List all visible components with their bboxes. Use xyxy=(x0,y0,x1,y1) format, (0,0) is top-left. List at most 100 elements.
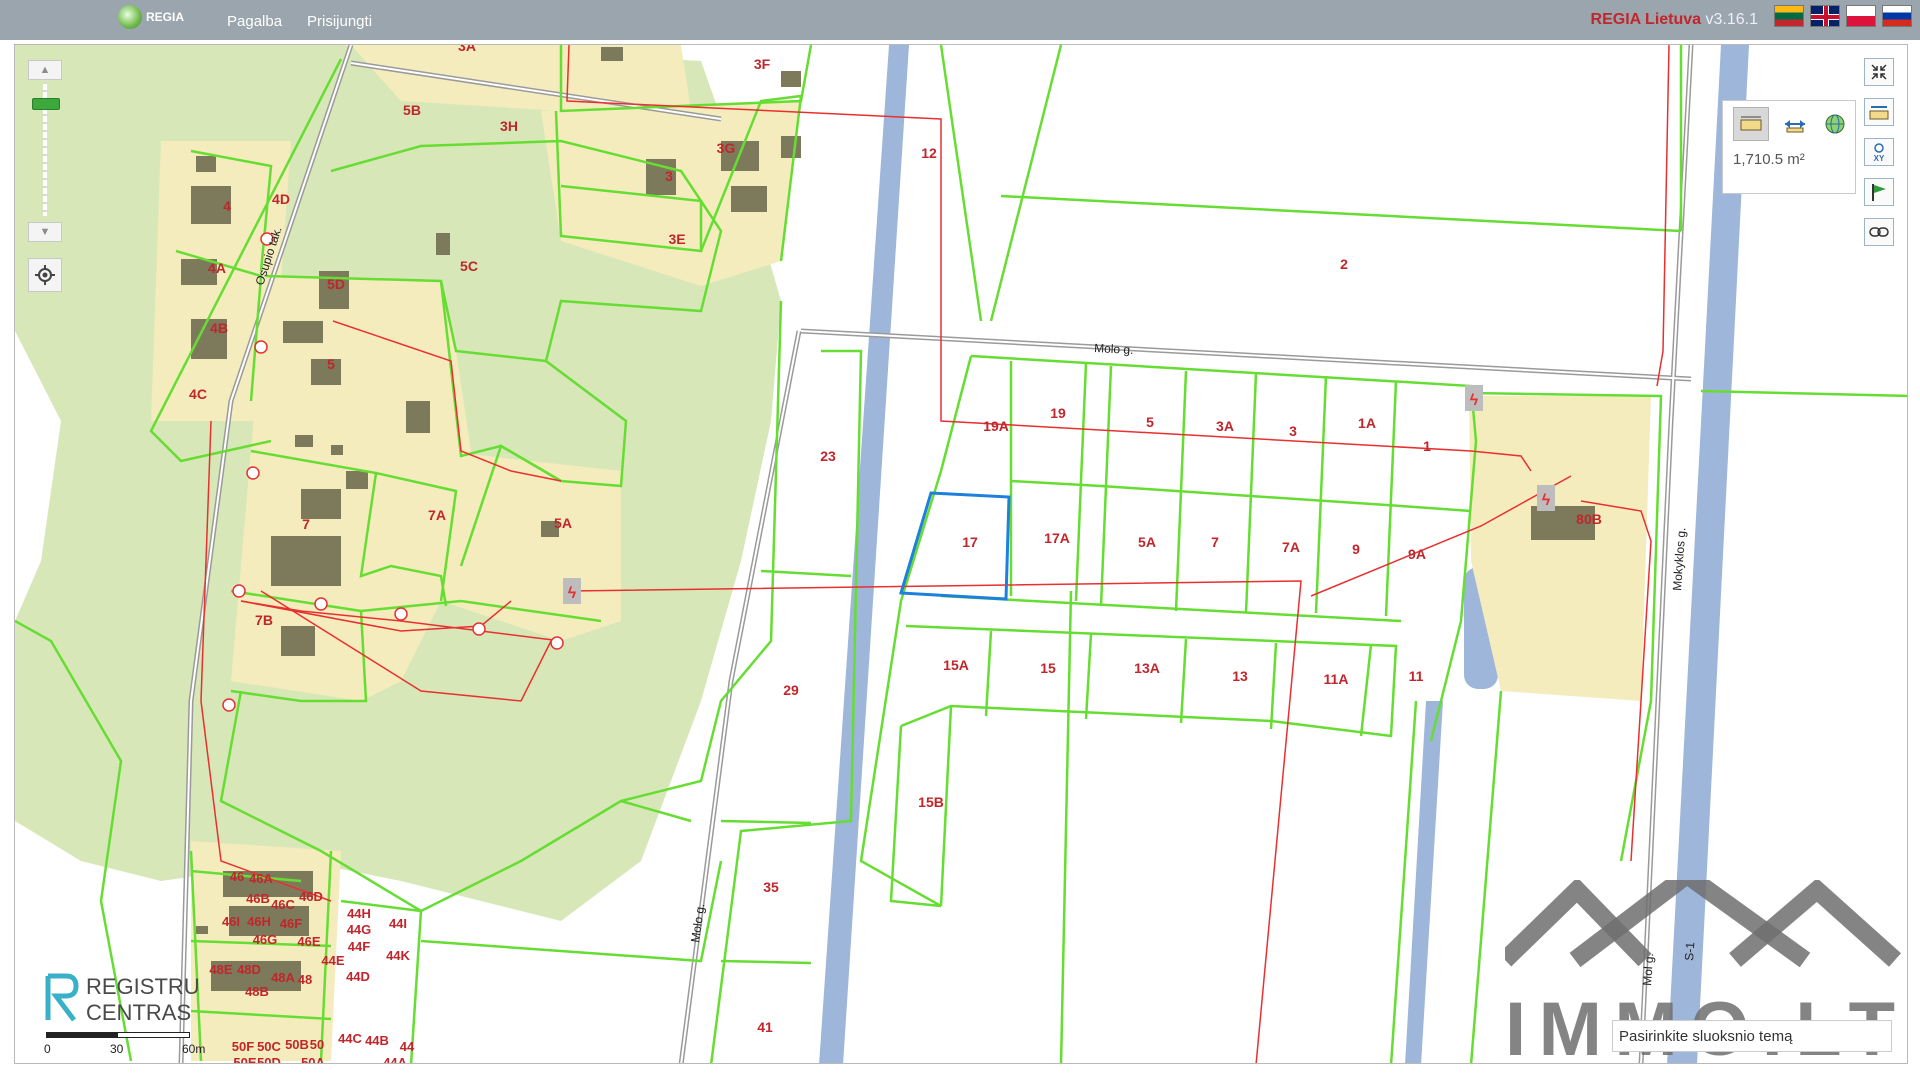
parcel-label: 48 xyxy=(298,972,312,987)
parcel-label: 44 xyxy=(400,1039,415,1054)
brand-title: REGIA Lietuva v3.16.1 xyxy=(1591,11,1758,29)
area-measure-icon xyxy=(1740,116,1762,131)
parcel-label: 44E xyxy=(321,953,344,968)
parcel-label: 46E xyxy=(297,934,320,949)
registru-centras-logo-mark: REGISTRU CENTRAS xyxy=(45,973,200,1025)
parcel-label: 44I xyxy=(389,916,407,931)
gb-flag-icon[interactable] xyxy=(1810,5,1840,27)
distance-measure-icon xyxy=(1785,120,1805,133)
parcel-label: 3F xyxy=(754,56,771,72)
parcel-label: 7 xyxy=(302,516,310,532)
canal-south xyxy=(1405,701,1443,1063)
parcel-label: 44A xyxy=(383,1055,407,1064)
regia-logo-text: REGIA xyxy=(146,10,185,24)
collapse-icon xyxy=(1871,64,1887,80)
parcel-label: 35 xyxy=(763,879,779,895)
zoom-out-button[interactable]: ▼ xyxy=(28,222,62,242)
right-toolbar: XY xyxy=(1864,58,1898,258)
parcel-label: 48B xyxy=(245,984,269,999)
parcel-label: 46C xyxy=(271,897,295,912)
svg-text:ϟ: ϟ xyxy=(568,585,577,602)
measure-button[interactable] xyxy=(1864,98,1894,126)
ru-flag-icon[interactable] xyxy=(1882,5,1912,27)
parcel-label: 46I xyxy=(222,914,240,929)
parcel-label: 50E xyxy=(233,1055,256,1064)
flag-button[interactable] xyxy=(1864,178,1894,206)
regia-logo-icon xyxy=(118,5,142,29)
parcel-label: 46G xyxy=(253,932,278,947)
parcel-label: 5 xyxy=(327,356,335,372)
collapse-button[interactable] xyxy=(1864,58,1894,86)
parcel-label: 48E xyxy=(209,962,232,977)
parcel-label: 7A xyxy=(428,507,446,523)
parcel-label: 50D xyxy=(257,1055,281,1064)
parcel-label: 46 xyxy=(230,869,244,884)
parcel-label: 80B xyxy=(1576,511,1602,527)
parcel-label: 13 xyxy=(1232,668,1248,684)
zoom-control: ▲ ▼ xyxy=(28,60,64,244)
version-label: v3.16.1 xyxy=(1705,11,1758,28)
parcel-label: 17 xyxy=(962,534,978,550)
parcel-label: 44K xyxy=(386,948,410,963)
scale-label-60: 60m xyxy=(182,1042,206,1056)
parcel-label: 44H xyxy=(347,906,371,921)
cadastral-map[interactable]: ϟϟϟ Osupio tak. Molo g. Molo g. Mokyklos… xyxy=(15,45,1908,1064)
parcel-label: 4 xyxy=(223,198,231,214)
parcel-label: 29 xyxy=(783,682,799,698)
registry-logo-line-1: REGISTRU xyxy=(86,974,200,999)
parcel-label: 3E xyxy=(668,231,685,247)
zoom-slider-handle[interactable] xyxy=(32,98,60,110)
parcel-label: 5B xyxy=(403,102,421,118)
parcel-label: 50 xyxy=(310,1037,324,1052)
parcel-label: 9 xyxy=(1352,541,1360,557)
distance-measure-button[interactable] xyxy=(1777,107,1813,141)
layer-theme-input[interactable] xyxy=(1612,1020,1892,1052)
parcel-label: 48A xyxy=(271,970,295,985)
parcel-label: 3A xyxy=(458,45,476,54)
parcel-label: 3A xyxy=(1216,418,1234,434)
measure-panel: 1,710.5 m² xyxy=(1722,100,1856,194)
parcel-label: 48D xyxy=(237,962,261,977)
regia-logo[interactable]: REGIA xyxy=(118,5,184,29)
parcel-label: 46H xyxy=(247,914,271,929)
link-button[interactable] xyxy=(1864,218,1894,246)
map-viewport[interactable]: ϟϟϟ Osupio tak. Molo g. Molo g. Mokyklos… xyxy=(14,44,1908,1064)
zoom-in-button[interactable]: ▲ xyxy=(28,60,62,80)
lt-flag-icon[interactable] xyxy=(1774,5,1804,27)
street-label-mokyklos: Mokyklos g. xyxy=(1670,527,1688,591)
scale-label-30: 30 xyxy=(110,1042,124,1056)
link-icon xyxy=(1869,227,1889,237)
parcel-label: 50B xyxy=(285,1037,309,1052)
street-label-mol: Mol g. xyxy=(1640,953,1656,987)
nav-login[interactable]: Prisijungti xyxy=(307,13,372,30)
flag-icon xyxy=(1872,184,1886,201)
measure-icon xyxy=(1869,106,1889,120)
area-measure-button[interactable] xyxy=(1733,107,1769,141)
parcel-label: 46B xyxy=(246,891,270,906)
svg-text:ϟ: ϟ xyxy=(1542,492,1551,509)
parcel-label: 41 xyxy=(757,1019,773,1035)
xy-coordinates-button[interactable]: XY xyxy=(1864,138,1894,166)
nav-help[interactable]: Pagalba xyxy=(227,13,282,30)
parcel-label: 4B xyxy=(210,320,228,336)
parcel-label: 44B xyxy=(365,1033,389,1048)
parcel-label: 44F xyxy=(348,939,370,954)
locate-button[interactable] xyxy=(28,258,62,292)
parcel-label: 5D xyxy=(327,276,345,292)
globe-button[interactable] xyxy=(1817,107,1853,141)
parcel-label: 15 xyxy=(1040,660,1056,676)
parcel-label: 1 xyxy=(1423,438,1431,454)
parcel-label: 44D xyxy=(346,969,370,984)
road-label-s1: S-1 xyxy=(1682,941,1697,961)
parcel-label: 23 xyxy=(820,448,836,464)
registry-logo-line-2: CENTRAS xyxy=(86,1000,191,1025)
parcel-label: 12 xyxy=(921,145,937,161)
parcel-label: 44G xyxy=(347,922,372,937)
parcel-label: 3G xyxy=(717,140,736,156)
parcel-label: 50A xyxy=(301,1055,325,1064)
parcel-label: 2 xyxy=(1340,256,1348,272)
parcel-label: 4C xyxy=(189,386,207,402)
parcel-label: 44C xyxy=(338,1031,362,1046)
pl-flag-icon[interactable] xyxy=(1846,5,1876,27)
canal-west xyxy=(819,45,909,1063)
